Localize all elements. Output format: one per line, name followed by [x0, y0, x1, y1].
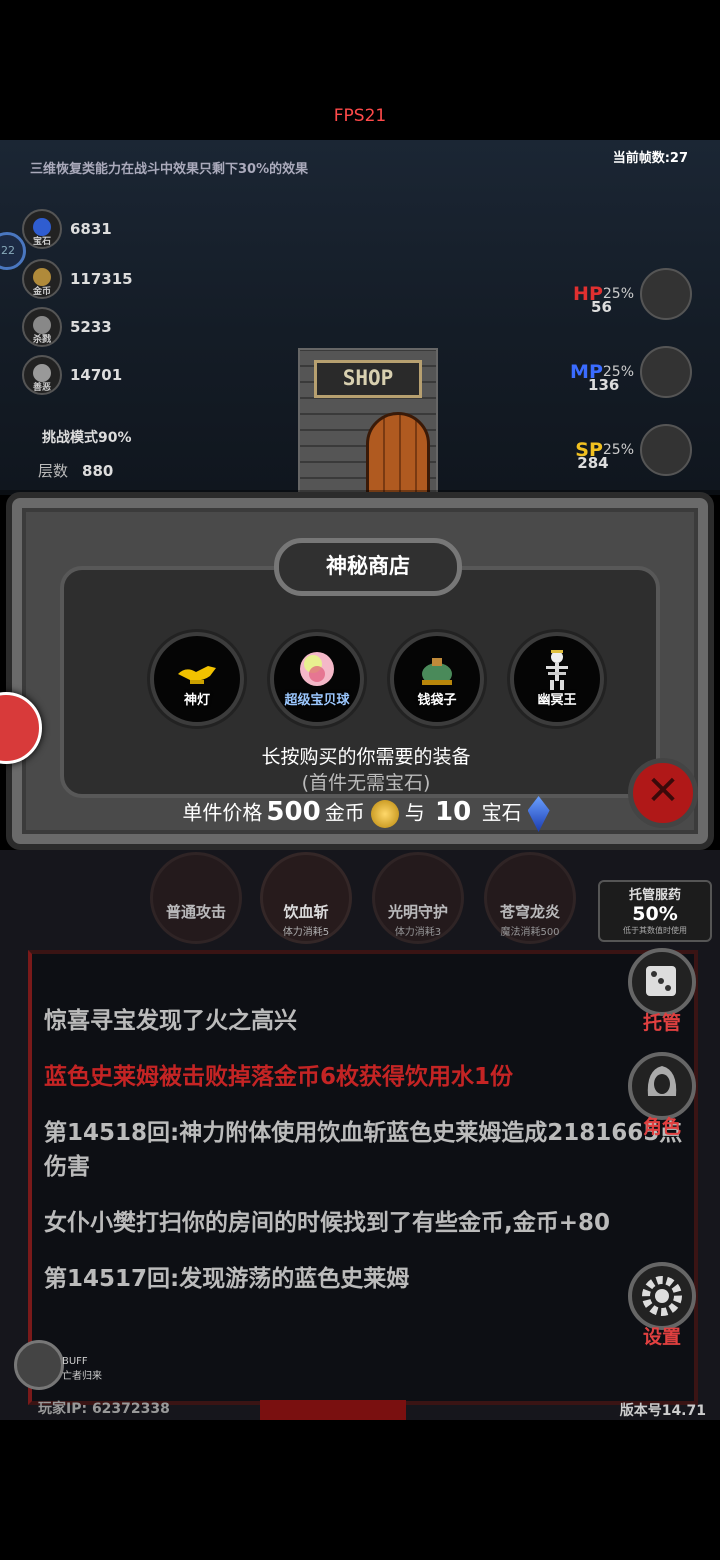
- mp-stat: MP 25% 136: [570, 346, 692, 398]
- frame-count: 当前帧数:27: [612, 151, 688, 166]
- price-gold-value: 500: [266, 796, 321, 827]
- gems-value: 6831: [70, 220, 112, 238]
- resource-kills: 杀戮 5233: [22, 307, 112, 347]
- kills-value: 5233: [70, 318, 112, 336]
- skill-light-guard[interactable]: 光明守护 体力消耗3: [372, 852, 464, 944]
- money-bag-icon: [422, 658, 452, 685]
- skill-dragon-flame[interactable]: 苍穹龙炎 魔法消耗500: [484, 852, 576, 944]
- shop-building[interactable]: SHOP: [298, 348, 438, 495]
- game-scene: 三维恢复类能力在战斗中效果只剩下30%的效果 当前帧数:27 22 宝石 683…: [0, 140, 720, 495]
- auto-battle-button[interactable]: [628, 948, 696, 1016]
- magic-lamp-icon: [178, 666, 216, 684]
- buff-skull-icon[interactable]: [14, 1340, 64, 1390]
- hp-stat: HP 25% 56: [573, 268, 692, 320]
- resource-gold: 金币 117315: [22, 259, 133, 299]
- shop-hint-sub: (首件无需宝石): [301, 772, 431, 794]
- skill-blood-slash[interactable]: 饮血斩 体力消耗5: [260, 852, 352, 944]
- shop-title: 神秘商店: [274, 538, 462, 596]
- battle-log[interactable]: 惊喜寻宝发现了火之高兴 蓝色史莱姆被击败掉落金币6枚获得饮用水1份 第14518…: [28, 950, 698, 1405]
- log-line: 蓝色史莱姆被击败掉落金币6枚获得饮用水1份: [44, 1064, 514, 1090]
- price-line: 单件价格 500 金币与 10 宝石: [12, 796, 720, 832]
- sp-stat: SP 25% 284: [575, 424, 692, 476]
- dice-icon: [646, 966, 676, 996]
- character-button[interactable]: [628, 1052, 696, 1120]
- progress-bar: [260, 1400, 406, 1420]
- shop-door: [366, 412, 430, 495]
- skill-normal-attack[interactable]: 普通攻击: [150, 852, 242, 944]
- version-label: 版本号14.71: [619, 1403, 706, 1419]
- challenge-mode: 挑战模式90%: [42, 430, 132, 446]
- coin-icon: 金币: [22, 259, 62, 299]
- shop-item-lamp[interactable]: 神灯: [150, 632, 244, 726]
- buff-info: BUFF 亡者归来: [62, 1356, 102, 1382]
- settings-button[interactable]: [628, 1262, 696, 1330]
- shop-item-money-bag[interactable]: 钱袋子: [390, 632, 484, 726]
- fps-counter: FPS21: [333, 106, 387, 126]
- hp-potion-icon[interactable]: [640, 268, 692, 320]
- auto-battle-label: 托管: [642, 1012, 681, 1034]
- resource-karma: 善恶 14701: [22, 355, 123, 395]
- mystery-shop-dialog: 神秘商店 神灯 超级宝贝球 钱袋子 幽冥王 长按购买的你需要的装备 (首件无需宝…: [6, 492, 714, 850]
- karma-value: 14701: [70, 366, 123, 384]
- resource-gems: 宝石 6831: [22, 209, 112, 249]
- gem-icon: 宝石: [22, 209, 62, 249]
- player-id: 玩家IP: 62372338: [38, 1401, 170, 1417]
- auto-potion-setting[interactable]: 托管服药 50% 低于其数值时使用: [598, 880, 712, 942]
- skull-icon: 杀戮: [22, 307, 62, 347]
- price-gem-value: 10: [435, 796, 472, 827]
- log-line: 女仆小樊打扫你的房间的时候找到了有些金币,金币+80: [44, 1210, 611, 1236]
- log-line: 第14518回:神力附体使用饮血斩蓝色史莱姆造成2181665点伤害: [44, 1120, 683, 1180]
- gold-value: 117315: [70, 270, 133, 288]
- mask-icon: 善恶: [22, 355, 62, 395]
- settings-label: 设置: [642, 1326, 681, 1348]
- close-button[interactable]: ✕: [628, 758, 698, 828]
- mp-potion-icon[interactable]: [640, 346, 692, 398]
- shop-hint: 长按购买的你需要的装备: [261, 746, 471, 768]
- gear-icon: [642, 1276, 682, 1316]
- coin-icon: [370, 800, 399, 828]
- log-line: 惊喜寻宝发现了火之高兴: [44, 1008, 297, 1034]
- shop-sign: SHOP: [314, 360, 422, 398]
- super-ball-icon: [300, 652, 334, 686]
- sp-food-icon[interactable]: [640, 424, 692, 476]
- shop-item-super-ball[interactable]: 超级宝贝球: [270, 632, 364, 726]
- log-line: 第14517回:发现游荡的蓝色史莱姆: [44, 1266, 410, 1292]
- hooded-figure-icon: [647, 1066, 677, 1096]
- status-tip: 三维恢复类能力在战斗中效果只剩下30%的效果: [30, 162, 309, 177]
- skeleton-king-icon: [546, 650, 568, 690]
- shop-item-netherking[interactable]: 幽冥王: [510, 632, 604, 726]
- character-label: 角色: [642, 1116, 681, 1138]
- gem-icon: [527, 796, 550, 832]
- floor-counter: 层数 880: [38, 462, 114, 480]
